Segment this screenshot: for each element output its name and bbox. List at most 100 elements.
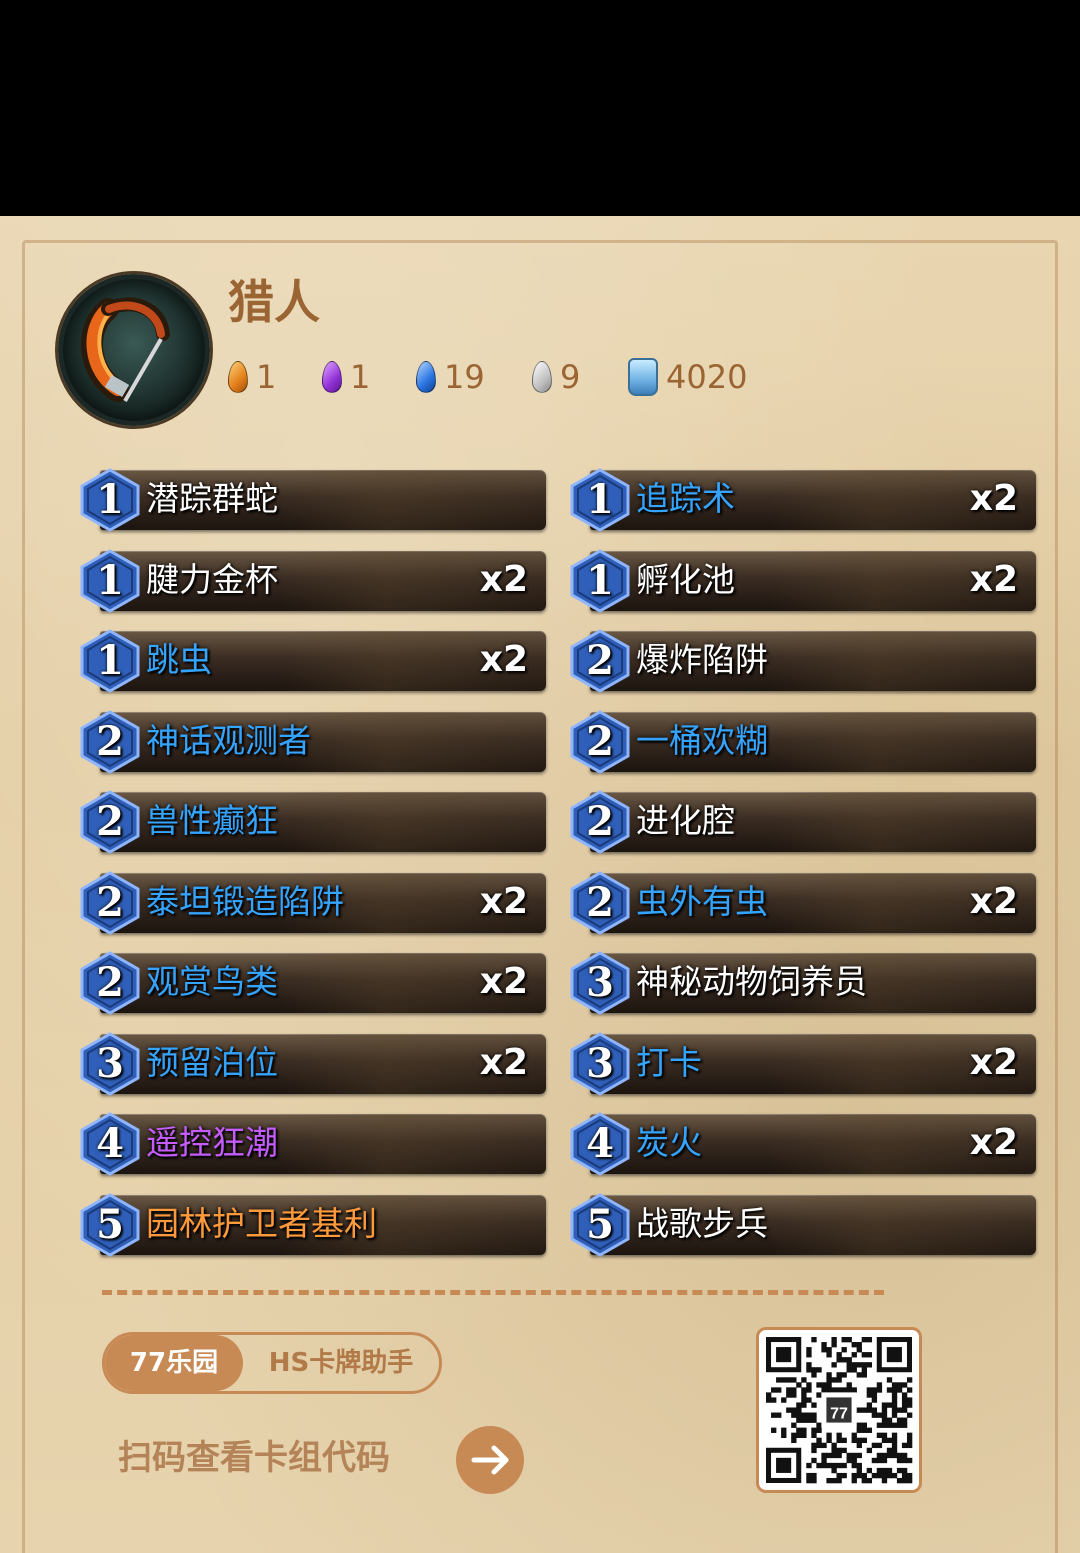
card-count: x2 — [479, 880, 528, 922]
card-count: x2 — [479, 961, 528, 1002]
card-row[interactable]: 5 战歌步兵 — [568, 1192, 1038, 1257]
card-name: 追踪术 — [636, 479, 735, 518]
card-row[interactable]: 4 炭火 x2 — [568, 1112, 1038, 1176]
card-name: 孵化池 — [636, 559, 735, 599]
card-name: 神话观测者 — [146, 720, 311, 760]
card-row[interactable]: 3 预留泊位 x2 — [78, 1031, 548, 1096]
mana-crystal-icon: 1 — [78, 548, 142, 613]
legendary-dust: 1 — [228, 353, 322, 401]
mana-crystal-icon: 2 — [78, 709, 142, 774]
card-row[interactable]: 2 一桶欢糊 — [568, 709, 1038, 774]
card-row[interactable]: 2 兽性癫狂 — [78, 790, 548, 854]
card-name: 神秘动物饲养员 — [636, 962, 867, 1001]
mana-crystal-icon: 2 — [568, 790, 632, 854]
card-row[interactable]: 3 神秘动物饲养员 — [568, 951, 1038, 1015]
card-name: 观赏鸟类 — [146, 962, 278, 1001]
card-row[interactable]: 2 进化腔 — [568, 790, 1038, 854]
mana-crystal-icon: 3 — [568, 1031, 632, 1096]
rare-gem-icon — [416, 361, 436, 393]
card-row[interactable]: 1 腱力金杯 x2 — [78, 548, 548, 613]
card-row[interactable]: 2 爆炸陷阱 — [568, 629, 1038, 693]
card-count: x2 — [969, 558, 1018, 600]
mana-crystal-icon: 5 — [568, 1192, 632, 1257]
card-name: 遥控狂潮 — [146, 1123, 278, 1162]
mana-crystal-icon: 2 — [568, 709, 632, 774]
mana-crystal-icon: 2 — [78, 951, 142, 1015]
rare-count: 19 — [444, 358, 485, 396]
card-name: 泰坦锻造陷阱 — [146, 881, 344, 921]
card-name: 跳虫 — [146, 640, 212, 679]
legendary-gem-icon — [228, 361, 248, 393]
card-cost: 3 — [586, 1039, 614, 1087]
card-count: x2 — [969, 478, 1018, 519]
card-row[interactable]: 1 潜踪群蛇 — [78, 468, 548, 532]
mana-crystal-icon: 1 — [568, 548, 632, 613]
mana-crystal-icon: 1 — [78, 468, 142, 532]
legendary-count: 1 — [256, 358, 277, 396]
card-count: x2 — [969, 1041, 1018, 1083]
card-cost: 4 — [96, 1120, 124, 1167]
card-name: 虫外有虫 — [636, 881, 768, 921]
card-cost: 1 — [96, 556, 124, 604]
qr-logo-text: 77 — [830, 1406, 848, 1423]
card-row[interactable]: 2 虫外有虫 x2 — [568, 870, 1038, 935]
card-cost: 5 — [96, 1200, 124, 1248]
common-gem-icon — [532, 361, 552, 393]
epic-gem-icon — [322, 361, 342, 393]
rare-dust: 19 — [416, 353, 532, 401]
mana-crystal-icon: 2 — [568, 870, 632, 935]
card-cost: 2 — [586, 637, 614, 684]
card-count: x2 — [969, 1122, 1018, 1163]
brand-right-label: HS卡牌助手 — [268, 1348, 414, 1378]
card-cost: 3 — [96, 1039, 124, 1087]
mana-crystal-icon: 1 — [78, 629, 142, 693]
qr-code-icon: 77 — [756, 1327, 922, 1493]
card-name: 潜踪群蛇 — [146, 479, 278, 518]
card-name: 预留泊位 — [146, 1042, 278, 1082]
card-row[interactable]: 1 追踪术 x2 — [568, 468, 1038, 532]
card-row[interactable]: 2 观赏鸟类 x2 — [78, 951, 548, 1015]
card-count: x2 — [479, 558, 528, 600]
card-cost: 2 — [586, 798, 614, 845]
card-count: x2 — [969, 880, 1018, 922]
card-cost: 4 — [586, 1120, 614, 1167]
card-row[interactable]: 1 孵化池 x2 — [568, 548, 1038, 613]
class-name: 猎人 — [228, 275, 320, 329]
card-count: x2 — [479, 639, 528, 680]
mana-crystal-icon: 3 — [78, 1031, 142, 1096]
card-row[interactable]: 2 神话观测者 — [78, 709, 548, 774]
mana-crystal-icon: 1 — [568, 468, 632, 532]
card-name: 打卡 — [636, 1042, 702, 1082]
card-cost: 5 — [586, 1200, 614, 1248]
card-cost: 2 — [96, 717, 124, 765]
card-row[interactable]: 4 遥控狂潮 — [78, 1112, 548, 1176]
card-name: 爆炸陷阱 — [636, 640, 768, 679]
card-name: 园林护卫者基利 — [146, 1203, 377, 1243]
card-name: 炭火 — [636, 1123, 702, 1162]
common-dust: 9 — [532, 353, 628, 401]
card-name: 一桶欢糊 — [636, 720, 768, 760]
card-row[interactable]: 1 跳虫 x2 — [78, 629, 548, 693]
card-cost: 1 — [586, 556, 614, 604]
mana-crystal-icon: 4 — [78, 1112, 142, 1176]
card-name: 腱力金杯 — [146, 559, 278, 599]
common-count: 9 — [560, 358, 581, 396]
card-cost: 2 — [96, 878, 124, 926]
card-row[interactable]: 2 泰坦锻造陷阱 x2 — [78, 870, 548, 935]
card-cost: 1 — [96, 637, 124, 684]
card-row[interactable]: 5 园林护卫者基利 — [78, 1192, 548, 1257]
card-cost: 2 — [96, 798, 124, 845]
brand-left-label: 77乐园 — [105, 1335, 243, 1391]
arrow-right-icon[interactable] — [456, 1426, 524, 1494]
arcane-dust-count: 4020 — [666, 358, 748, 396]
card-row[interactable]: 3 打卡 x2 — [568, 1031, 1038, 1096]
card-cost: 3 — [586, 959, 614, 1006]
mana-crystal-icon: 5 — [78, 1192, 142, 1257]
scan-instruction: 扫码查看卡组代码 — [118, 1438, 390, 1478]
mana-crystal-icon: 2 — [78, 790, 142, 854]
card-name: 兽性癫狂 — [146, 801, 278, 840]
card-cost: 1 — [96, 476, 124, 523]
mana-crystal-icon: 3 — [568, 951, 632, 1015]
dust-summary: 1 1 19 9 4020 — [228, 352, 747, 402]
card-cost: 1 — [586, 476, 614, 523]
